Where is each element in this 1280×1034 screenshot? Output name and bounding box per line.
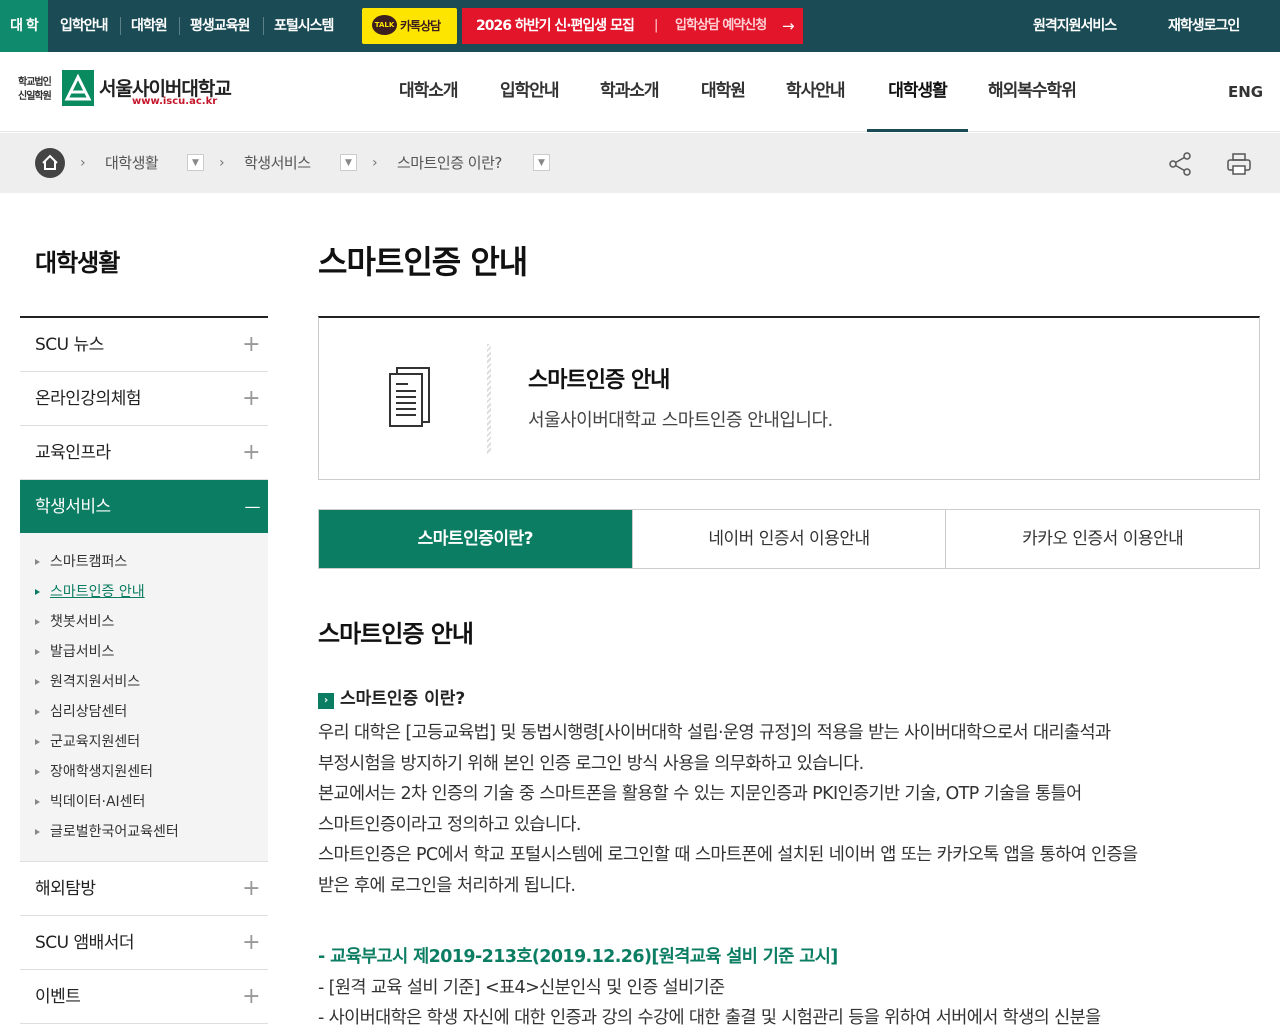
sidebar-sub-bigdata-ai[interactable]: 빅데이터·AI센터 (20, 787, 268, 817)
info-description: 서울사이버대학교 스마트인증 안내입니다. (528, 410, 833, 431)
chevron-down-icon[interactable]: ▼ (187, 154, 204, 171)
logo-mark-icon (62, 70, 94, 106)
top-link-remote-support[interactable]: 원격지원서비스 (1033, 0, 1117, 52)
breadcrumb-current[interactable]: 스마트인증 이란? (397, 133, 502, 193)
page-title: 스마트인증 안내 (318, 243, 528, 281)
info-box: 스마트인증 안내 서울사이버대학교 스마트인증 안내입니다. (318, 316, 1260, 480)
divider (487, 344, 491, 454)
plus-icon: + (242, 386, 260, 411)
content-tabs: 스마트인증이란? 네이버 인증서 이용안내 카카오 인증서 이용안내 (318, 509, 1260, 569)
nav-graduate[interactable]: 대학원 (701, 52, 746, 132)
subsection-title: › 스마트인증 이란? (318, 684, 465, 709)
top-link-lifelong[interactable]: 평생교육원 (190, 0, 250, 52)
body-paragraph: 우리 대학은 [고등교육법] 및 동법시행령[사이버대학 설립·운영 규정]의 … (318, 723, 1138, 896)
sidebar-sub-chatbot[interactable]: 챗봇서비스 (20, 607, 268, 637)
nav-academics[interactable]: 학사안내 (786, 52, 846, 132)
chevron-right-icon: › (219, 155, 225, 171)
sidebar-sub-remote-support[interactable]: 원격지원서비스 (20, 667, 268, 697)
plus-icon: + (242, 984, 260, 1009)
plus-icon: + (242, 930, 260, 955)
sidebar-sub-military[interactable]: 군교육지원센터 (20, 727, 268, 757)
sidebar-item-event[interactable]: 이벤트 + (20, 970, 268, 1024)
promo-title: 2026 하반기 신·편입생 모집 (476, 18, 635, 34)
kakao-consult-label: 카톡상담 (400, 19, 441, 33)
breadcrumb-student-services[interactable]: 학생서비스 (244, 133, 311, 193)
reference-line: - 사이버대학은 학생 자신에 대한 인증과 강의 수강에 대한 출결 및 시험… (318, 1008, 1101, 1029)
sidebar-item-online-lecture[interactable]: 온라인강의체험 + (20, 372, 268, 426)
document-icon (385, 366, 435, 432)
sidebar-sub-disability[interactable]: 장애학생지원센터 (20, 757, 268, 787)
reference-line: - [원격 교육 설비 기준] <표4>신분인식 및 인증 설비기준 (318, 977, 725, 998)
promo-divider: | (654, 18, 659, 33)
language-toggle[interactable]: ENG (1228, 52, 1263, 132)
sidebar-item-overseas[interactable]: 해외탐방 + (20, 862, 268, 916)
top-link-university[interactable]: 대 학 (0, 0, 48, 52)
sidebar-item-scu-news[interactable]: SCU 뉴스 + (20, 318, 268, 372)
kakao-consult-button[interactable]: TALK 카톡상담 (362, 8, 457, 44)
divider (179, 17, 180, 35)
tab-smart-auth[interactable]: 스마트인증이란? (319, 510, 632, 568)
share-icon[interactable] (1167, 151, 1193, 181)
nav-admission[interactable]: 입학안내 (500, 52, 560, 132)
sidebar-item-ambassador[interactable]: SCU 앰배서더 + (20, 916, 268, 970)
sidebar-item-infra[interactable]: 교육인프라 + (20, 426, 268, 480)
section-title: 스마트인증 안내 (318, 620, 474, 648)
nav-dual-degree[interactable]: 해외복수학위 (988, 52, 1077, 132)
logo-foundation-text: 학교법인 신일학원 (18, 77, 52, 102)
site-header: 학교법인 신일학원 서울사이버대학교 www.iscu.ac.kr 대학소개 입… (0, 52, 1280, 132)
sidebar-sub-issuance[interactable]: 발급서비스 (20, 637, 268, 667)
print-icon[interactable] (1226, 151, 1252, 181)
tab-kakao-cert[interactable]: 카카오 인증서 이용안내 (945, 510, 1259, 568)
nav-campus-life[interactable]: 대학생활 (867, 52, 968, 132)
nav-about[interactable]: 대학소개 (399, 52, 459, 132)
plus-icon: + (242, 876, 260, 901)
home-icon[interactable] (35, 148, 65, 178)
sidebar-title: 대학생활 (35, 249, 120, 277)
top-link-admission[interactable]: 입학안내 (60, 0, 109, 52)
kakao-talk-icon: TALK (372, 15, 397, 35)
breadcrumb: › 대학생활 ▼ › 학생서비스 ▼ › 스마트인증 이란? ▼ (0, 133, 1280, 193)
chevron-down-icon[interactable]: ▼ (340, 154, 357, 171)
reference-title: - 교육부고시 제2019-213호(2019.12.26)[원격교육 설비 기… (318, 947, 838, 967)
plus-icon: + (242, 440, 260, 465)
chevron-right-icon: › (318, 693, 334, 709)
divider (120, 17, 121, 35)
sidebar-submenu: 스마트캠퍼스 스마트인증 안내 챗봇서비스 발급서비스 원격지원서비스 심리상담… (20, 533, 268, 862)
chevron-down-icon[interactable]: ▼ (533, 154, 550, 171)
sidebar-sub-counseling[interactable]: 심리상담센터 (20, 697, 268, 727)
divider (263, 17, 264, 35)
admission-promo-banner[interactable]: 2026 하반기 신·편입생 모집 | 입학상담 예약신청 → (462, 8, 803, 44)
plus-icon: + (242, 332, 260, 357)
logo-url: www.iscu.ac.kr (132, 96, 218, 107)
nav-departments[interactable]: 학과소개 (600, 52, 660, 132)
minus-icon: — (244, 497, 261, 516)
breadcrumb-campus-life[interactable]: 대학생활 (105, 133, 159, 193)
top-link-student-login[interactable]: 재학생로그인 (1168, 0, 1240, 52)
promo-cta: 입학상담 예약신청 (675, 18, 767, 33)
sidebar-menu: SCU 뉴스 + 온라인강의체험 + 교육인프라 + 학생서비스 — 스마트캠퍼스 스마… (20, 316, 268, 1024)
sidebar-item-student-services[interactable]: 학생서비스 — (20, 480, 268, 533)
sidebar-sub-smart-campus[interactable]: 스마트캠퍼스 (20, 547, 268, 577)
chevron-right-icon: › (80, 155, 86, 171)
reference-block: - 교육부고시 제2019-213호(2019.12.26)[원격교육 설비 기… (318, 942, 1258, 1034)
top-utility-bar: 대 학 입학안내 대학원 평생교육원 포털시스템 TALK 카톡상담 2026 … (0, 0, 1280, 52)
top-link-portal[interactable]: 포털시스템 (274, 0, 334, 52)
info-title: 스마트인증 안내 (528, 368, 670, 393)
arrow-right-icon: → (782, 17, 795, 35)
chevron-right-icon: › (372, 155, 378, 171)
tab-naver-cert[interactable]: 네이버 인증서 이용안내 (631, 510, 946, 568)
sidebar-sub-smart-auth[interactable]: 스마트인증 안내 (20, 577, 268, 607)
top-link-graduate[interactable]: 대학원 (131, 0, 168, 52)
sidebar-sub-korean-education[interactable]: 글로벌한국어교육센터 (20, 817, 268, 847)
